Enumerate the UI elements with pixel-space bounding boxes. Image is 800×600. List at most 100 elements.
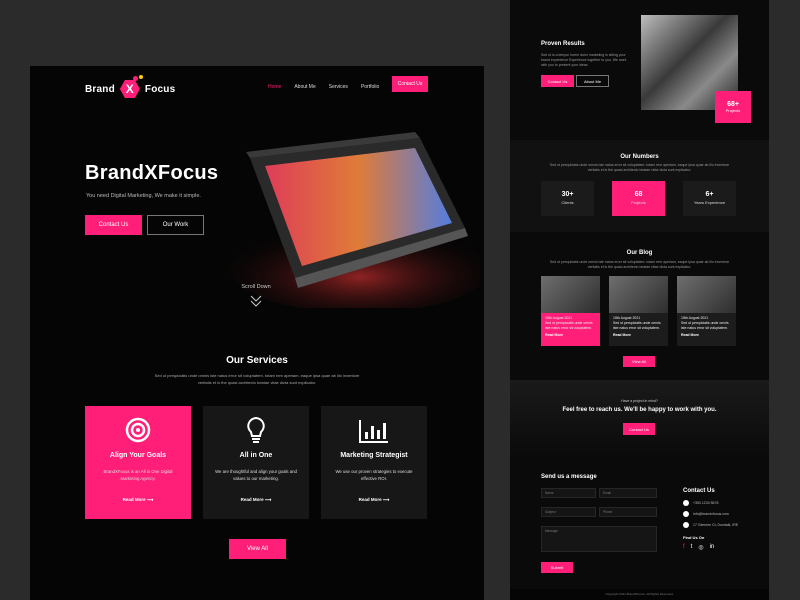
blog-card[interactable]: 15th August 2021 Sed ut perspiciatis und… bbox=[677, 276, 736, 346]
stat-number: 6+ bbox=[705, 191, 714, 198]
service-card-title: Align Your Goals bbox=[109, 452, 167, 459]
services-desc-1: Sed ut perspiciatis unde omnis iste natu… bbox=[154, 373, 360, 378]
facebook-icon[interactable]: f bbox=[683, 544, 685, 551]
projects-badge-label: Projects bbox=[725, 108, 741, 113]
logo-dot-pink bbox=[133, 76, 138, 81]
instagram-icon[interactable]: ◎ bbox=[698, 544, 703, 551]
contact-address-text: 17 Gleneen Ct, Dundalk, IRE bbox=[693, 523, 739, 527]
stat-label: Clients bbox=[561, 200, 574, 205]
nav-services[interactable]: Services bbox=[329, 84, 348, 90]
blog-date: 15th August 2021 bbox=[681, 316, 709, 320]
service-card-desc: We are thoughtful and align your goals a… bbox=[215, 469, 297, 481]
hero-work-button[interactable]: Our Work bbox=[147, 215, 204, 235]
blog-title: Our Blog bbox=[626, 250, 653, 256]
stat-label: Projects bbox=[631, 200, 646, 205]
email-field[interactable]: Email bbox=[599, 488, 657, 498]
hero-title: BrandXFocus bbox=[85, 162, 219, 184]
arrow-right-icon: ⟶ bbox=[382, 497, 390, 502]
service-card[interactable]: Align Your Goals BrandXFocus is an All i… bbox=[85, 406, 191, 519]
blog-read-more[interactable]: Read More bbox=[677, 331, 736, 339]
proven-title: Proven Results bbox=[541, 41, 585, 47]
contact-email[interactable]: info@brandxfocus.com bbox=[683, 511, 729, 517]
contact-phone[interactable]: +353 1234 5678 bbox=[683, 500, 718, 506]
blog-read-more[interactable]: Read More bbox=[609, 331, 668, 339]
logo-hexagon: X bbox=[119, 80, 140, 98]
cta-section bbox=[510, 380, 769, 458]
projects-badge-number: 68+ bbox=[727, 101, 739, 108]
read-more-label: Read More bbox=[358, 497, 382, 502]
read-more-label: Read More bbox=[122, 497, 146, 502]
read-more-link[interactable]: Read More ⟶ bbox=[321, 497, 427, 503]
stat-box: 68 Projects bbox=[612, 181, 665, 216]
stat-number: 68 bbox=[634, 191, 643, 198]
phone-icon bbox=[683, 500, 689, 506]
services-title: Our Services bbox=[226, 355, 288, 366]
blog-desc-2: veritatis et is the quasi architecto bea… bbox=[587, 265, 692, 269]
logo-x: X bbox=[125, 82, 135, 96]
blog-excerpt: Sed ut perspiciatis unde omnis iste natu… bbox=[545, 321, 593, 330]
arrow-right-icon: ⟶ bbox=[264, 497, 272, 502]
form-title: Send us a message bbox=[541, 474, 597, 480]
twitter-icon[interactable]: t bbox=[691, 544, 693, 551]
logo-text-right: Focus bbox=[144, 83, 176, 95]
nav-contact-button[interactable]: Contact Us bbox=[392, 76, 428, 92]
linkedin-icon[interactable]: in bbox=[710, 544, 715, 551]
hero-subtitle: You need Digital Marketing, We make it s… bbox=[86, 193, 201, 199]
proven-about-button[interactable]: About Me bbox=[576, 75, 609, 87]
nav-portfolio[interactable]: Portfolio bbox=[361, 84, 379, 90]
main-nav: Home About Me Services Portfolio bbox=[268, 84, 392, 90]
footer-copyright: Copyright 2021 BrandXFocus. All Rights R… bbox=[510, 589, 769, 600]
social-links: f t ◎ in bbox=[683, 544, 714, 551]
projects-badge: 68+ Projects bbox=[715, 91, 751, 123]
blog-excerpt: Sed ut perspiciatis unde omnis iste natu… bbox=[613, 321, 661, 330]
service-card[interactable]: All in One We are thoughtful and align y… bbox=[203, 406, 309, 519]
read-more-link[interactable]: Read More ⟶ bbox=[85, 497, 191, 503]
message-field[interactable]: Message bbox=[541, 526, 657, 552]
blog-card[interactable]: 15th August 2021 Sed ut perspiciatis und… bbox=[609, 276, 668, 346]
blog-date: 15th August 2021 bbox=[545, 316, 573, 320]
hero-contact-button[interactable]: Contact Us bbox=[85, 215, 142, 235]
services-view-all-button[interactable]: View All bbox=[229, 539, 286, 559]
location-icon bbox=[683, 522, 689, 528]
nav-home[interactable]: Home bbox=[268, 84, 281, 90]
contact-address: 17 Gleneen Ct, Dundalk, IRE bbox=[683, 522, 738, 528]
read-more-link[interactable]: Read More ⟶ bbox=[203, 497, 309, 503]
services-desc-2: veritatis et is the quasi architecto bea… bbox=[197, 380, 317, 385]
logo-dot-yellow bbox=[139, 75, 143, 79]
logo-text-left: Brand bbox=[85, 83, 115, 95]
scroll-down[interactable]: Scroll Down bbox=[236, 284, 276, 310]
read-more-label: Read More bbox=[240, 497, 264, 502]
blog-read-more[interactable]: Read More bbox=[541, 331, 600, 339]
chevron-down-icon bbox=[250, 295, 262, 307]
subject-field[interactable]: Subject bbox=[541, 507, 596, 517]
service-card-desc: We use our proven strategies to execute … bbox=[335, 469, 413, 481]
submit-button[interactable]: Submit bbox=[541, 562, 573, 573]
blog-date: 15th August 2021 bbox=[613, 316, 641, 320]
laptop-image bbox=[230, 132, 480, 308]
proven-contact-button[interactable]: Contact Us bbox=[541, 75, 574, 87]
service-card-title: Marketing Strategist bbox=[340, 452, 408, 459]
service-card-desc: BrandXFocus is an All in One Digital Mar… bbox=[103, 469, 173, 481]
blog-excerpt: Sed ut perspiciatis unde omnis iste natu… bbox=[681, 321, 729, 330]
contact-title: Contact Us bbox=[683, 488, 715, 494]
nav-about[interactable]: About Me bbox=[294, 84, 315, 90]
service-card[interactable]: Marketing Strategist We use our proven s… bbox=[321, 406, 427, 519]
inner-page-preview: Proven Results Sed ut is a tempor lorem … bbox=[510, 0, 769, 600]
blog-card[interactable]: 15th August 2021 Sed ut perspiciatis und… bbox=[541, 276, 600, 346]
cta-contact-button[interactable]: Contact Us bbox=[623, 423, 655, 435]
name-field[interactable]: Name bbox=[541, 488, 596, 498]
phone-field[interactable]: Phone bbox=[599, 507, 657, 517]
mail-icon bbox=[683, 511, 689, 517]
chart-icon bbox=[359, 420, 388, 443]
blog-image bbox=[609, 276, 668, 313]
lightbulb-icon bbox=[247, 416, 265, 443]
stat-number: 30+ bbox=[561, 191, 574, 198]
find-us-label: Find Us On bbox=[683, 535, 705, 540]
arrow-right-icon: ⟶ bbox=[146, 497, 154, 502]
stat-box: 30+ Clients bbox=[541, 181, 594, 216]
homepage-preview: Brand X Focus Home About Me Services Por… bbox=[30, 66, 484, 600]
contact-email-text: info@brandxfocus.com bbox=[693, 512, 729, 516]
brand-logo[interactable]: Brand X Focus bbox=[85, 75, 176, 100]
blog-view-all-button[interactable]: View All bbox=[623, 356, 655, 367]
service-card-title: All in One bbox=[239, 452, 273, 459]
